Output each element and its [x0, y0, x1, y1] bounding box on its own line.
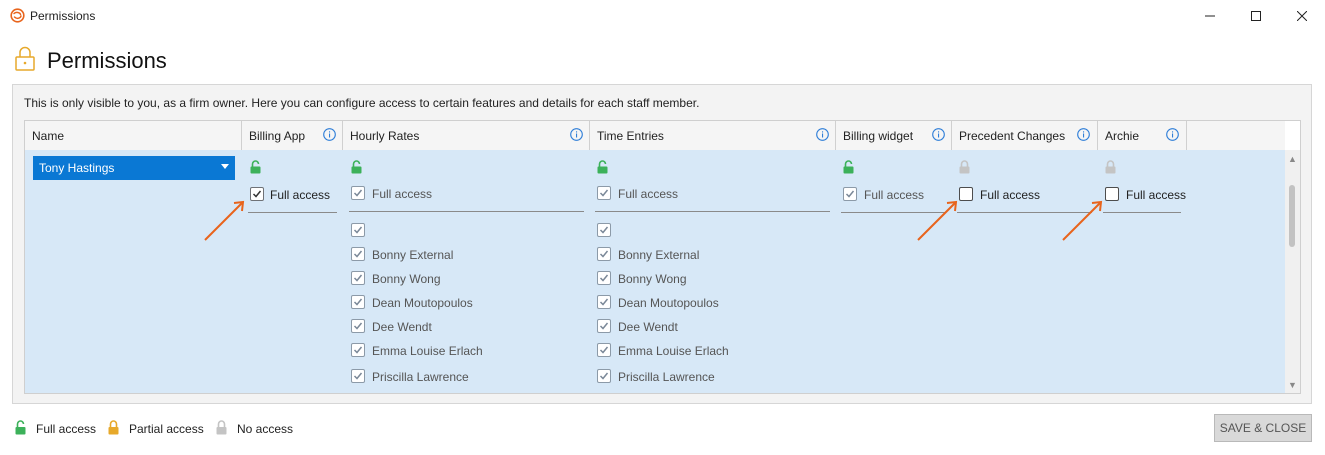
info-icon[interactable] — [1166, 128, 1179, 141]
app-logo-icon — [10, 8, 25, 23]
staff-name: Bonny External — [618, 248, 700, 262]
info-text: This is only visible to you, as a firm o… — [24, 96, 700, 110]
time-entries-staff-checkbox[interactable] — [597, 319, 611, 333]
partial-access-lock-icon — [108, 420, 119, 435]
divider — [1103, 212, 1181, 213]
staff-name: Emma Louise Erlach — [618, 344, 729, 358]
full-access-label: Full access — [618, 187, 679, 201]
annotation-arrow-icon — [1062, 200, 1103, 241]
divider — [595, 211, 830, 212]
hourly-rates-staff-checkbox[interactable] — [351, 247, 365, 261]
staff-name: Dean Moutopoulos — [618, 296, 719, 310]
annotation-arrow-icon — [204, 200, 245, 241]
lock-icon — [15, 46, 35, 71]
info-icon[interactable] — [816, 128, 829, 141]
scroll-up-icon[interactable]: ▲ — [1285, 152, 1300, 166]
save-and-close-button[interactable]: SAVE & CLOSE — [1214, 414, 1312, 442]
column-header-label: Billing widget — [843, 129, 914, 143]
full-access-lock-icon — [351, 160, 362, 174]
grid-header: Name Billing App Hourly Rates Time Entri… — [25, 121, 1285, 151]
full-access-lock-icon — [250, 160, 261, 174]
staff-name: Bonny Wong — [618, 272, 687, 286]
billing-app-full-access-checkbox[interactable] — [250, 187, 264, 201]
time-entries-staff-checkbox[interactable] — [597, 295, 611, 309]
column-header-label: Archie — [1105, 129, 1140, 143]
full-access-lock-icon — [843, 160, 854, 174]
divider — [349, 211, 584, 212]
info-icon[interactable] — [1077, 128, 1090, 141]
time-entries-staff-checkbox[interactable] — [597, 343, 611, 357]
vertical-scrollbar[interactable]: ▲ ▼ — [1285, 150, 1300, 393]
time-entries-full-access-checkbox[interactable] — [597, 186, 611, 200]
staff-name: Bonny External — [372, 248, 454, 262]
column-header-label: Name — [32, 129, 65, 143]
time-entries-staff-checkbox[interactable] — [597, 271, 611, 285]
billing-widget-full-access-checkbox[interactable] — [843, 187, 857, 201]
staff-name: Dee Wendt — [618, 320, 678, 334]
time-entries-staff-checkbox[interactable] — [597, 247, 611, 261]
column-header-label: Precedent Changes — [959, 129, 1066, 143]
column-header-precedent-changes[interactable]: Precedent Changes — [952, 121, 1098, 150]
no-access-lock-icon — [959, 160, 970, 174]
full-access-label: Full access — [980, 188, 1041, 202]
column-header-time-entries[interactable]: Time Entries — [590, 121, 836, 150]
staff-name: Dee Wendt — [372, 320, 432, 334]
full-access-lock-icon — [15, 420, 26, 435]
time-entries-staff-checkbox[interactable] — [597, 369, 611, 383]
staff-member-name: Tony Hastings — [39, 161, 115, 175]
divider — [248, 212, 337, 213]
minimize-icon — [1205, 15, 1215, 16]
hourly-rates-staff-checkbox[interactable] — [351, 295, 365, 309]
chevron-down-icon — [221, 164, 229, 169]
column-header-hourly-rates[interactable]: Hourly Rates — [343, 121, 590, 150]
permissions-grid: Name Billing App Hourly Rates Time Entri… — [24, 120, 1301, 394]
full-access-label: Full access — [270, 188, 331, 202]
hourly-rates-staff-checkbox[interactable] — [351, 319, 365, 333]
hourly-rates-staff-checkbox[interactable] — [351, 223, 365, 237]
page-title: Permissions — [47, 48, 167, 73]
column-header-archie[interactable]: Archie — [1098, 121, 1187, 150]
staff-name: Dean Moutopoulos — [372, 296, 473, 310]
maximize-button[interactable] — [1233, 0, 1279, 31]
close-button[interactable] — [1279, 0, 1325, 31]
column-header-label: Billing App — [249, 129, 306, 143]
staff-name: Emma Louise Erlach — [372, 344, 483, 358]
legend-full-access: Full access — [36, 422, 97, 436]
scroll-thumb[interactable] — [1289, 185, 1295, 247]
full-access-label: Full access — [372, 187, 433, 201]
info-icon[interactable] — [323, 128, 336, 141]
table-row: Tony Hastings Full access Full access Bo… — [25, 150, 1285, 393]
hourly-rates-staff-checkbox[interactable] — [351, 369, 365, 383]
annotation-arrow-icon — [917, 200, 958, 241]
info-icon[interactable] — [570, 128, 583, 141]
window-title: Permissions — [30, 9, 96, 23]
staff-name: Bonny Wong — [372, 272, 441, 286]
hourly-rates-full-access-checkbox[interactable] — [351, 186, 365, 200]
hourly-rates-staff-checkbox[interactable] — [351, 343, 365, 357]
title-bar: Permissions — [0, 0, 1325, 31]
full-access-lock-icon — [597, 160, 608, 174]
column-header-name[interactable]: Name — [25, 121, 242, 150]
close-icon — [1297, 10, 1307, 21]
full-access-label: Full access — [1126, 188, 1187, 202]
no-access-lock-icon — [1105, 160, 1116, 174]
column-header-billing-widget[interactable]: Billing widget — [836, 121, 952, 150]
column-header-billing-app[interactable]: Billing App — [242, 121, 343, 150]
staff-name: Priscilla Lawrence — [372, 370, 469, 384]
column-header-label: Hourly Rates — [350, 129, 420, 143]
legend-no-access: No access — [237, 422, 294, 436]
maximize-icon — [1251, 10, 1261, 21]
hourly-rates-staff-checkbox[interactable] — [351, 271, 365, 285]
legend-partial-access: Partial access — [129, 422, 204, 436]
staff-member-dropdown[interactable]: Tony Hastings — [33, 156, 235, 180]
info-icon[interactable] — [932, 128, 945, 141]
time-entries-staff-checkbox[interactable] — [597, 223, 611, 237]
no-access-lock-icon — [216, 420, 227, 435]
minimize-button[interactable] — [1187, 0, 1233, 31]
staff-name: Priscilla Lawrence — [618, 370, 715, 384]
scroll-down-icon[interactable]: ▼ — [1285, 378, 1300, 392]
column-header-label: Time Entries — [597, 129, 664, 143]
